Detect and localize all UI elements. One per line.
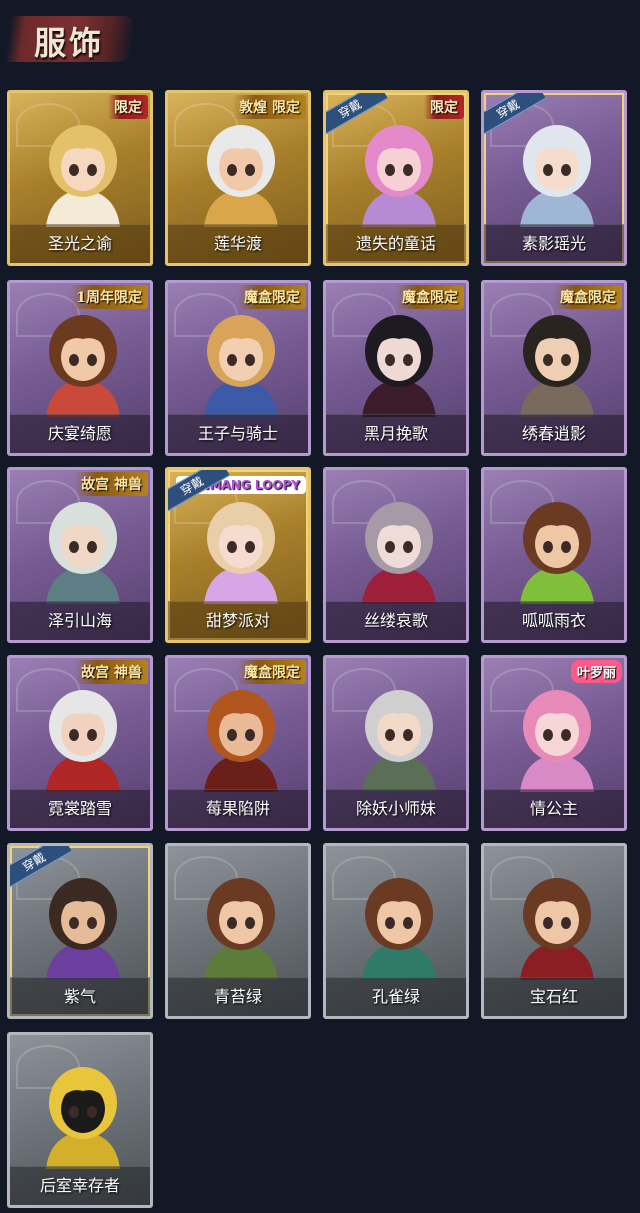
- costume-card[interactable]: 丝缕哀歌: [323, 467, 469, 643]
- character-portrait: [520, 125, 594, 227]
- edition-badge: 敦煌 限定: [233, 95, 306, 119]
- character-portrait: [204, 315, 278, 417]
- costume-name: 泽引山海: [47, 611, 112, 630]
- edition-badge: 故宫 神兽: [75, 660, 148, 684]
- character-portrait: [520, 315, 594, 417]
- character-portrait: [362, 878, 436, 980]
- costume-name: 除妖小师妹: [355, 799, 436, 818]
- character-portrait: [204, 125, 278, 227]
- edition-badge: 魔盒限定: [554, 285, 622, 309]
- edition-badge: 限定: [108, 95, 148, 119]
- costume-card[interactable]: 青苔绿: [165, 843, 311, 1019]
- character-portrait: [520, 690, 594, 792]
- costume-name: 绣春逍影: [521, 424, 586, 443]
- edition-badge: 故宫 神兽: [75, 472, 148, 496]
- character-portrait: [204, 878, 278, 980]
- costume-name: 孔雀绿: [371, 987, 420, 1006]
- character-portrait: [46, 502, 120, 604]
- character-portrait: [204, 502, 278, 604]
- costume-card[interactable]: 紫气 穿戴: [7, 843, 153, 1019]
- costume-name: 后室幸存者: [39, 1176, 120, 1195]
- costume-card[interactable]: 黑月挽歌 魔盒限定: [323, 280, 469, 456]
- costume-card[interactable]: 王子与骑士 魔盒限定: [165, 280, 311, 456]
- costume-card[interactable]: 素影瑶光 穿戴: [481, 90, 627, 266]
- character-portrait: [46, 878, 120, 980]
- character-portrait: [520, 502, 594, 604]
- edition-badge: 1周年限定: [70, 285, 148, 309]
- costume-card[interactable]: 宝石红: [481, 843, 627, 1019]
- costume-name: 宝石红: [529, 987, 578, 1006]
- costume-name: 黑月挽歌: [363, 424, 428, 443]
- costume-name: 王子与骑士: [197, 424, 278, 443]
- edition-badge: 魔盒限定: [396, 285, 464, 309]
- costume-card[interactable]: 甜梦派对 ZANMANG LOOPY 穿戴: [165, 467, 311, 643]
- costume-name: 紫气: [63, 987, 96, 1006]
- costume-card[interactable]: 圣光之谕 限定: [7, 90, 153, 266]
- character-portrait: [520, 878, 594, 980]
- costume-card[interactable]: 霓裳踏雪 故宫 神兽: [7, 655, 153, 831]
- costume-name: 青苔绿: [213, 987, 262, 1006]
- costume-card[interactable]: 莓果陷阱 魔盒限定: [165, 655, 311, 831]
- costume-card[interactable]: 除妖小师妹: [323, 655, 469, 831]
- character-portrait: [362, 315, 436, 417]
- costume-card[interactable]: 后室幸存者: [7, 1032, 153, 1208]
- costume-card[interactable]: 泽引山海 故宫 神兽: [7, 467, 153, 643]
- character-portrait: [46, 690, 120, 792]
- page-header: 服饰: [0, 0, 640, 80]
- edition-badge: 叶罗丽: [570, 660, 622, 683]
- costume-card[interactable]: 莲华渡 敦煌 限定: [165, 90, 311, 266]
- costume-name: 莓果陷阱: [205, 799, 270, 818]
- character-portrait: [362, 690, 436, 792]
- character-portrait: [204, 690, 278, 792]
- costume-name: 情公主: [529, 799, 578, 818]
- costume-name: 莲华渡: [213, 234, 262, 253]
- costume-name: 素影瑶光: [521, 234, 586, 253]
- costume-card[interactable]: 呱呱雨衣: [481, 467, 627, 643]
- character-portrait: [362, 125, 436, 227]
- costume-name: 丝缕哀歌: [363, 611, 428, 630]
- character-portrait: [46, 1067, 120, 1169]
- costume-card[interactable]: 情公主 叶罗丽: [481, 655, 627, 831]
- costume-card[interactable]: 庆宴绮愿 1周年限定: [7, 280, 153, 456]
- edition-badge: 限定: [424, 95, 464, 119]
- costume-name: 遗失的童话: [355, 234, 436, 253]
- character-portrait: [46, 125, 120, 227]
- costume-name: 庆宴绮愿: [47, 424, 112, 443]
- costume-name: 圣光之谕: [47, 234, 112, 253]
- costume-card[interactable]: 遗失的童话 限定 穿戴: [323, 90, 469, 266]
- costume-name: 霓裳踏雪: [47, 799, 112, 818]
- character-portrait: [46, 315, 120, 417]
- character-portrait: [362, 502, 436, 604]
- page-title: 服饰: [34, 24, 105, 62]
- edition-badge: 魔盒限定: [238, 660, 306, 684]
- costume-card[interactable]: 孔雀绿: [323, 843, 469, 1019]
- costume-card[interactable]: 绣春逍影 魔盒限定: [481, 280, 627, 456]
- edition-badge: 魔盒限定: [238, 285, 306, 309]
- costume-name: 甜梦派对: [205, 611, 270, 630]
- costume-name: 呱呱雨衣: [521, 611, 586, 630]
